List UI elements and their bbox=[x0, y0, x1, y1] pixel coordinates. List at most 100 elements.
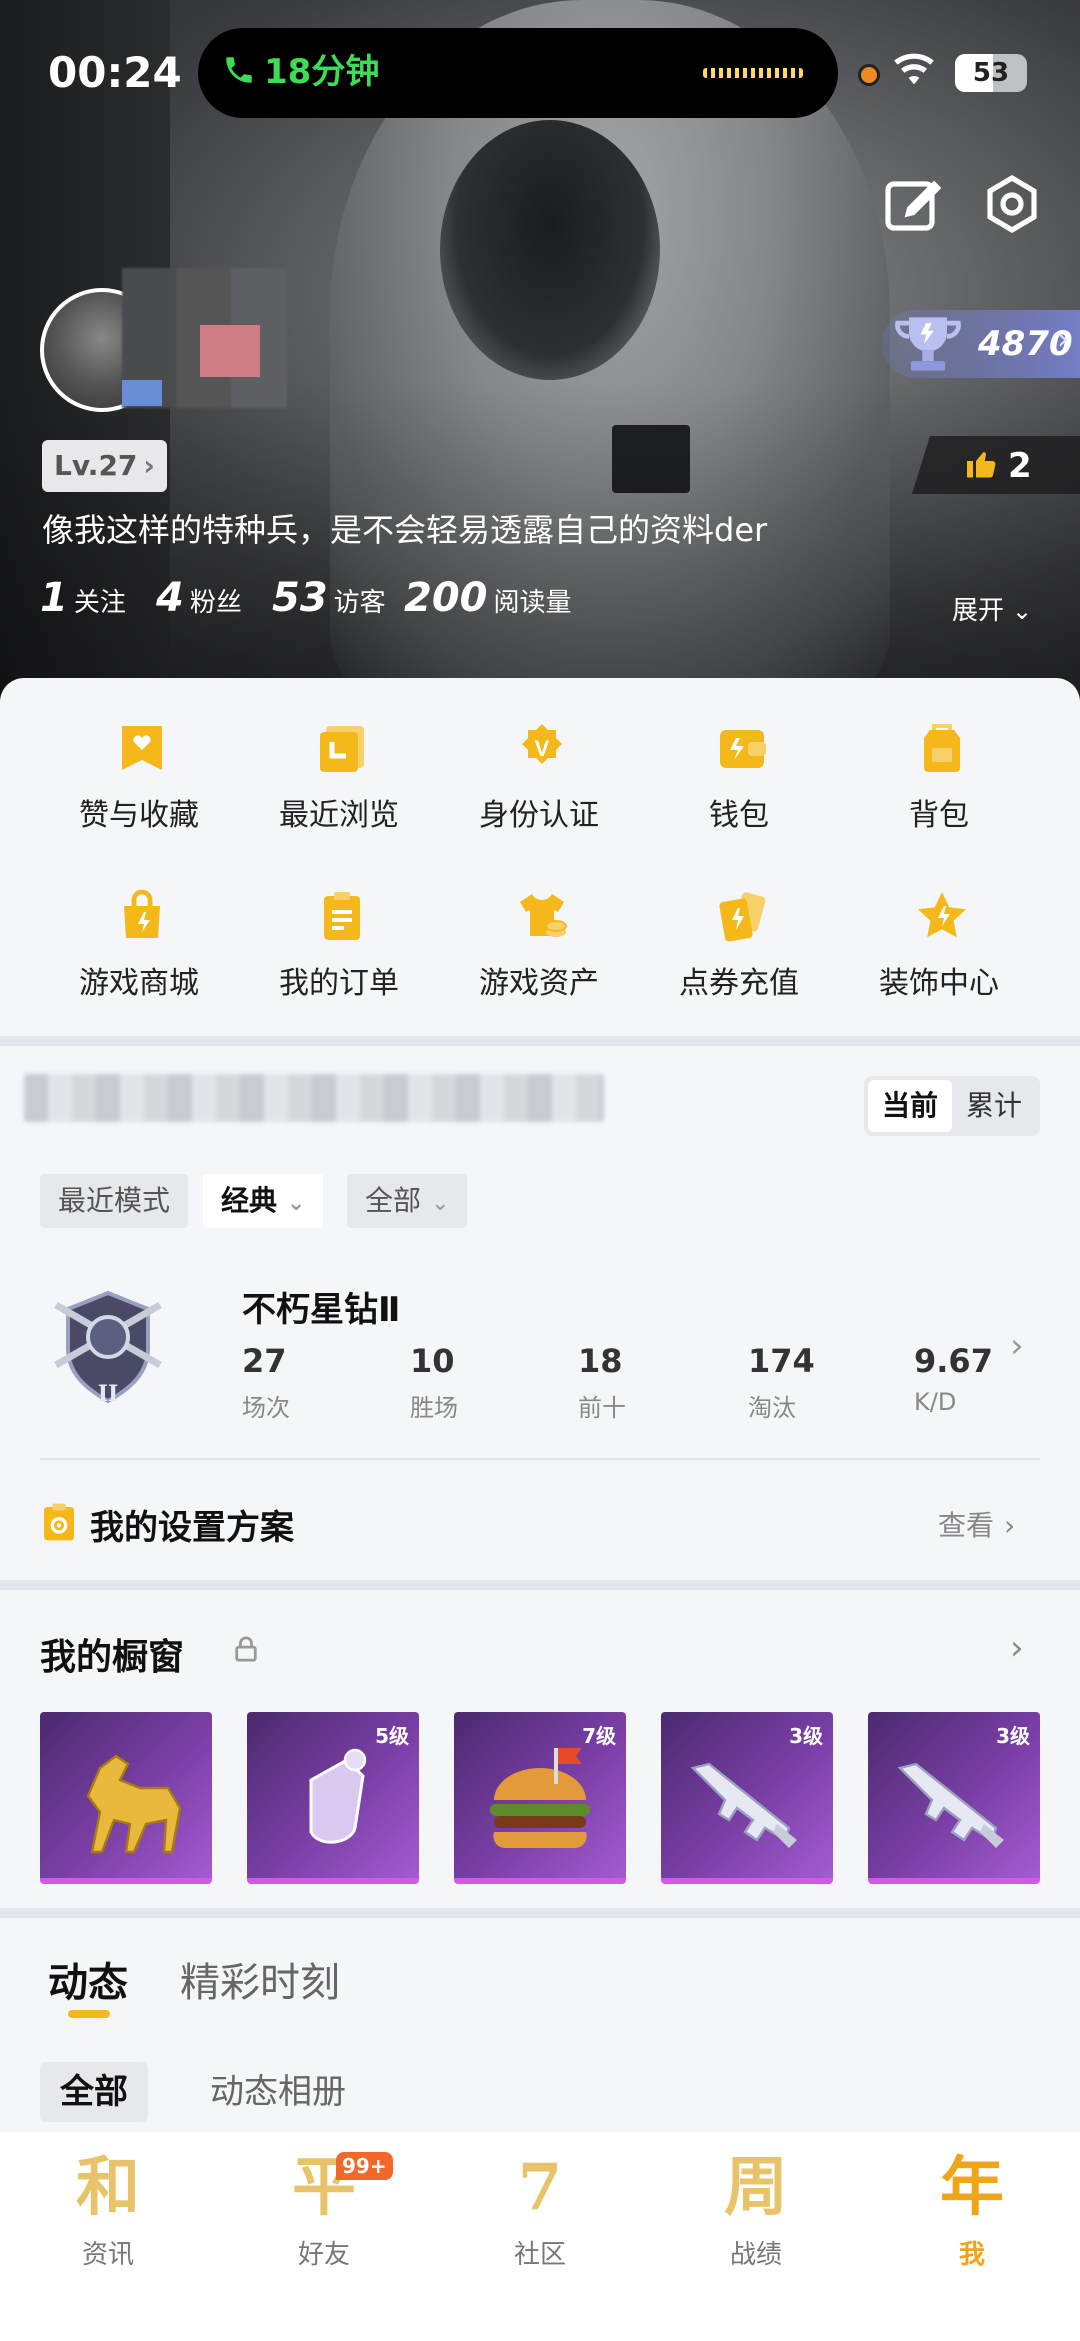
menu-recent[interactable]: 最近浏览 bbox=[239, 720, 439, 850]
menu-label: 装饰中心 bbox=[879, 966, 999, 1001]
rank-name: 不朽星钻Ⅱ bbox=[242, 1290, 401, 1330]
stat-label: 访客 bbox=[333, 588, 386, 618]
menu-wallet[interactable]: 钱包 bbox=[639, 720, 839, 850]
rank-stat-label: 场次 bbox=[242, 1394, 290, 1422]
username-blurred-badge bbox=[122, 380, 162, 406]
rifle-icon bbox=[897, 1762, 1004, 1848]
lock-icon[interactable] bbox=[234, 1636, 258, 1662]
menu-label: 赞与收藏 bbox=[79, 798, 199, 833]
stat-value: 200 bbox=[404, 575, 488, 621]
stat-value: 4 bbox=[156, 575, 184, 621]
tab-highlights[interactable]: 精彩时刻 bbox=[180, 1950, 340, 2008]
tab-underline bbox=[68, 2010, 110, 2018]
recording-dot-icon bbox=[858, 64, 880, 86]
subtab-album[interactable]: 动态相册 bbox=[190, 2062, 366, 2122]
menu-label: 最近浏览 bbox=[279, 798, 399, 833]
stat-label: 关注 bbox=[73, 588, 126, 618]
status-bar: 00:24 18分钟 53 bbox=[0, 28, 1080, 118]
chevron-right-icon[interactable]: › bbox=[1010, 1326, 1024, 1366]
menu-likes-favorites[interactable]: 赞与收藏 bbox=[39, 720, 239, 850]
thumbs-up-icon bbox=[964, 446, 1000, 491]
notification-badge: 99+ bbox=[336, 2152, 393, 2180]
expand-label: 展开 bbox=[952, 596, 1005, 626]
call-duration: 18分钟 bbox=[264, 52, 380, 92]
game-account-blurred bbox=[24, 1074, 604, 1122]
stat-following[interactable]: 1 关注 bbox=[40, 575, 126, 621]
nav-label: 战绩 bbox=[729, 2240, 782, 2270]
rank-stat-label: 胜场 bbox=[410, 1394, 458, 1422]
rank-stat-wins: 10 胜场 bbox=[410, 1342, 530, 1423]
nav-me-icon: 年 bbox=[940, 2150, 1004, 2225]
trophy-points-button[interactable]: 4870 › bbox=[882, 310, 1080, 378]
battery-level: 53 bbox=[972, 58, 1010, 88]
level-text: Lv.27 bbox=[54, 449, 138, 482]
section-divider bbox=[0, 1036, 1080, 1046]
showcase-item[interactable] bbox=[40, 1712, 212, 1884]
subtab-all[interactable]: 全部 bbox=[40, 2062, 148, 2122]
nav-community[interactable]: 7 社区 bbox=[432, 2150, 648, 2290]
likes-count: 2 bbox=[1008, 446, 1032, 486]
menu-game-assets[interactable]: 游戏资产 bbox=[439, 888, 639, 1018]
stat-reads[interactable]: 200 阅读量 bbox=[404, 575, 572, 621]
golden-horse-icon bbox=[86, 1754, 182, 1854]
menu-game-shop[interactable]: 游戏商城 bbox=[39, 888, 239, 1018]
rank-stat-label: 淘汰 bbox=[748, 1394, 796, 1422]
view-label: 查看 bbox=[938, 1509, 995, 1542]
menu-backpack[interactable]: 背包 bbox=[839, 720, 1039, 850]
likes-badge[interactable]: 2 bbox=[912, 436, 1080, 494]
nav-news[interactable]: 和 资讯 bbox=[0, 2150, 216, 2290]
settings-plan-view-button[interactable]: 查看 › bbox=[938, 1504, 1015, 1544]
section-divider bbox=[0, 1580, 1080, 1590]
wifi-icon bbox=[892, 52, 940, 92]
edit-profile-icon[interactable] bbox=[880, 172, 944, 236]
svg-text:V: V bbox=[535, 736, 550, 761]
shop-bag-icon bbox=[124, 889, 160, 938]
stat-visitors[interactable]: 53 访客 bbox=[272, 575, 386, 621]
scope-select[interactable]: 全部 ⌄ bbox=[347, 1174, 468, 1228]
settings-gear-icon[interactable] bbox=[980, 172, 1044, 236]
voucher-cards-icon bbox=[719, 892, 766, 942]
stat-value: 1 bbox=[40, 575, 68, 621]
chevron-down-icon: ⌄ bbox=[1012, 597, 1033, 625]
toggle-current[interactable]: 当前 bbox=[868, 1080, 952, 1132]
showcase-item[interactable]: 3级 bbox=[661, 1712, 833, 1884]
nav-friends[interactable]: 平 好友 99+ bbox=[216, 2150, 432, 2290]
rank-stat-value: 27 bbox=[242, 1342, 287, 1380]
divider bbox=[40, 1458, 1040, 1460]
feed-section: 动态 精彩时刻 全部 动态相册 bbox=[0, 1920, 1080, 2132]
stat-value: 53 bbox=[272, 575, 328, 621]
menu-label: 身份认证 bbox=[479, 798, 599, 833]
toggle-cumulative[interactable]: 累计 bbox=[952, 1080, 1036, 1132]
menu-my-orders[interactable]: 我的订单 bbox=[239, 888, 439, 1018]
dynamic-island-call[interactable]: 18分钟 bbox=[198, 28, 838, 118]
menu-verify[interactable]: V 身份认证 bbox=[439, 720, 639, 850]
chevron-right-icon: › bbox=[143, 449, 155, 482]
background-hood-shadow bbox=[440, 120, 660, 380]
nav-me[interactable]: 年 我 bbox=[864, 2150, 1080, 2290]
menu-label: 游戏资产 bbox=[479, 966, 599, 1001]
showcase-item[interactable]: 7级 bbox=[454, 1712, 626, 1884]
order-list-icon bbox=[324, 892, 360, 940]
menu-decor-center[interactable]: 装饰中心 bbox=[839, 888, 1039, 1018]
chevron-down-icon: ⌄ bbox=[287, 1191, 306, 1216]
mode-select[interactable]: 经典 ⌄ bbox=[203, 1174, 324, 1228]
clipboard-gear-icon bbox=[44, 1503, 74, 1541]
username-blurred-accent bbox=[200, 325, 260, 377]
phone-icon bbox=[222, 50, 256, 94]
tab-posts[interactable]: 动态 bbox=[48, 1950, 128, 2008]
recent-mode-label: 最近模式 bbox=[40, 1174, 189, 1228]
showcase-item[interactable]: 5级 bbox=[247, 1712, 419, 1884]
profile-bio: 像我这样的特种兵，是不会轻易透露自己的资料der bbox=[42, 511, 768, 549]
chevron-right-icon: › bbox=[1004, 1509, 1016, 1542]
expand-button[interactable]: 展开 ⌄ bbox=[952, 590, 1032, 627]
trophy-icon bbox=[895, 317, 961, 371]
stat-fans[interactable]: 4 粉丝 bbox=[156, 575, 242, 621]
level-badge[interactable]: Lv.27 › bbox=[42, 440, 167, 492]
menu-voucher-recharge[interactable]: 点券充值 bbox=[639, 888, 839, 1018]
showcase-item[interactable]: 3级 bbox=[868, 1712, 1040, 1884]
nav-community-icon: 7 bbox=[517, 2150, 563, 2225]
crystal-grenade-icon bbox=[309, 1748, 367, 1844]
nav-records[interactable]: 周 战绩 bbox=[648, 2150, 864, 2290]
status-time: 00:24 bbox=[48, 48, 182, 97]
chevron-right-icon[interactable]: › bbox=[1010, 1628, 1024, 1668]
